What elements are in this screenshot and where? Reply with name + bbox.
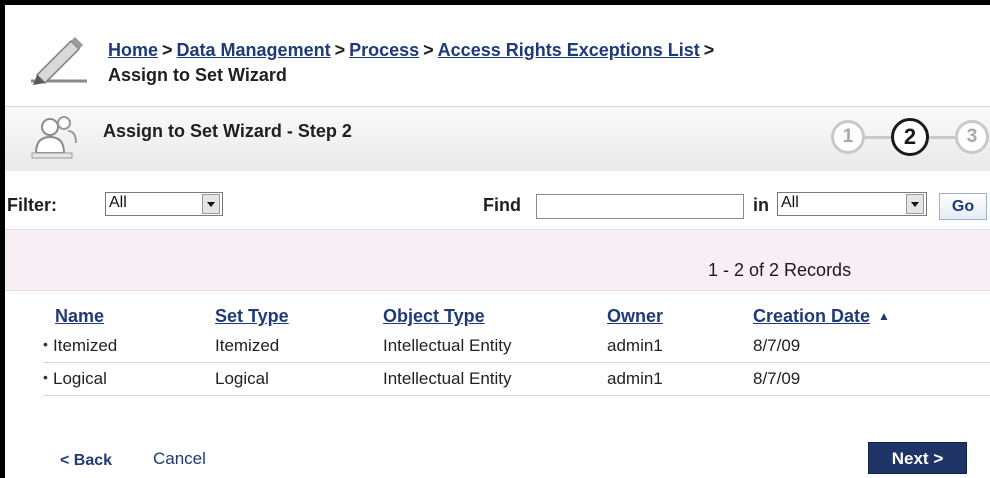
cell-owner: admin1 — [607, 336, 663, 355]
next-button[interactable]: Next > — [868, 442, 967, 474]
breadcrumb-current-page: Assign to Set Wizard — [108, 65, 287, 85]
cell-name: Logical — [53, 369, 107, 388]
breadcrumb-separator: > — [334, 40, 346, 60]
filter-toolbar: Filter: All Find in All Go — [5, 171, 990, 229]
column-header-creation-date[interactable]: Creation Date ▲ — [753, 306, 890, 327]
wizard-footer: < Back Cancel Next > — [5, 409, 990, 478]
cell-creation-date: 8/7/09 — [753, 369, 801, 388]
back-link[interactable]: < Back — [60, 452, 112, 470]
sort-ascending-icon[interactable]: ▲ — [878, 309, 890, 323]
wizard-step-indicator: 1 2 3 — [831, 116, 990, 160]
cell-creation-date: 8/7/09 — [753, 336, 801, 355]
breadcrumb-separator: > — [703, 40, 715, 60]
cell-object-type: Intellectual Entity — [383, 336, 512, 355]
chevron-down-icon[interactable] — [906, 194, 924, 214]
step-connector — [865, 136, 891, 139]
column-header-object-type[interactable]: Object Type — [383, 306, 485, 327]
breadcrumb-separator: > — [162, 40, 173, 60]
column-header-set-type[interactable]: Set Type — [215, 306, 289, 327]
breadcrumb-home-link[interactable]: Home — [108, 40, 158, 60]
cell-set-type: Itemized — [215, 336, 280, 355]
records-bar: 1 - 2 of 2 Records — [5, 229, 990, 291]
filter-select[interactable]: All — [105, 192, 223, 216]
cell-owner: admin1 — [607, 369, 663, 388]
column-header-creation-date-label: Creation Date — [753, 306, 871, 326]
filter-label: Filter: — [7, 195, 58, 215]
results-table: Name Set Type Object Type Owner Creation… — [5, 289, 990, 409]
step-2-indicator: 2 — [891, 118, 929, 156]
in-label: in — [753, 195, 769, 215]
step-3-indicator: 3 — [955, 120, 989, 154]
row-bullet: • — [43, 336, 48, 352]
cell-object-type: Intellectual Entity — [383, 369, 512, 388]
search-scope-select[interactable]: All — [777, 192, 927, 216]
column-header-owner[interactable]: Owner — [607, 306, 663, 327]
row-bullet: • — [43, 369, 48, 385]
breadcrumb: Home > Data Management > Process > Access Righ… — [108, 38, 968, 88]
find-label: Find — [483, 195, 521, 215]
wizard-step-bar: Assign to Set Wizard - Step 2 1 2 3 — [5, 106, 990, 172]
records-count: 1 - 2 of 2 Records — [708, 260, 852, 280]
users-group-icon — [31, 116, 77, 159]
cell-name: Itemized — [53, 336, 118, 355]
search-scope-value: All — [781, 194, 799, 211]
filter-select-value: All — [109, 194, 127, 211]
breadcrumb-access-rights-link[interactable]: Access Rights Exceptions List — [438, 40, 700, 60]
table-row[interactable]: • Itemized Itemized Intellectual Entity … — [43, 330, 990, 363]
step-connector — [929, 136, 955, 139]
breadcrumb-separator: > — [423, 40, 434, 60]
wizard-step-title: Assign to Set Wizard - Step 2 — [103, 121, 352, 141]
cell-set-type: Logical — [215, 369, 269, 388]
cancel-link[interactable]: Cancel — [153, 449, 206, 469]
go-button[interactable]: Go — [939, 193, 987, 220]
page-header: Home > Data Management > Process > Access Righ… — [5, 5, 990, 106]
find-input[interactable] — [536, 194, 744, 219]
breadcrumb-process-link[interactable]: Process — [349, 40, 419, 60]
column-header-name[interactable]: Name — [55, 306, 104, 327]
breadcrumb-data-management-link[interactable]: Data Management — [177, 40, 331, 60]
step-1-indicator: 1 — [831, 120, 865, 154]
table-row[interactable]: • Logical Logical Intellectual Entity ad… — [43, 363, 990, 396]
chevron-down-icon[interactable] — [202, 194, 220, 214]
edit-pencil-icon — [31, 37, 87, 85]
